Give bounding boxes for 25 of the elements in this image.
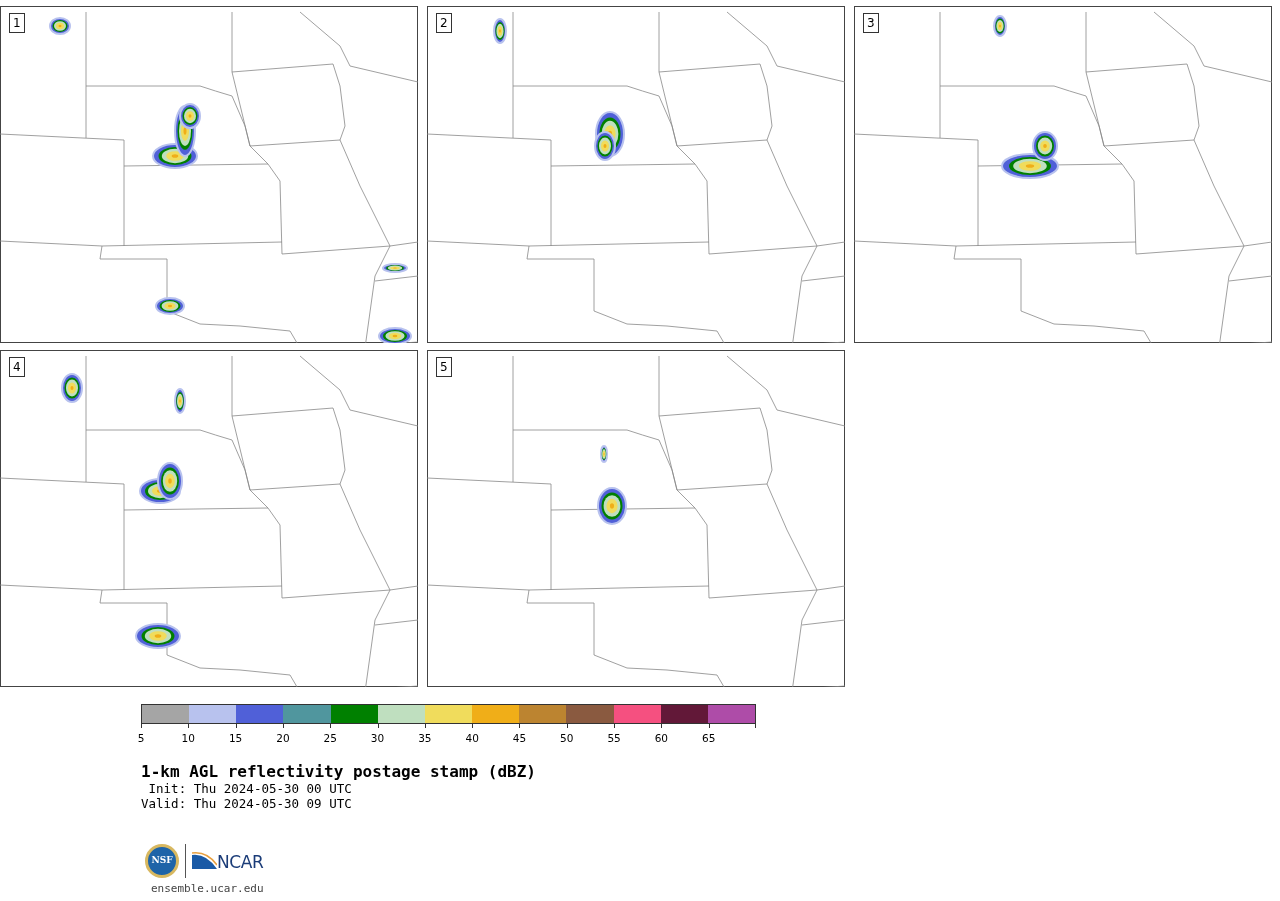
chart-title: 1-km AGL reflectivity postage stamp (dBZ): [141, 763, 537, 781]
tick-label: 45: [512, 732, 527, 744]
tick-label: 5: [137, 732, 145, 744]
wave-logo-icon: [192, 851, 217, 871]
tick-label: 65: [702, 732, 716, 744]
panel-number: 3: [863, 13, 879, 33]
panel-number: 4: [9, 357, 25, 377]
tick-label: 60: [654, 732, 669, 744]
tick-label: 35: [418, 732, 432, 744]
tick-label: 15: [228, 732, 243, 744]
nsf-logo: NSF: [145, 844, 179, 878]
init-time: Init: Thu 2024-05-30 00 UTC: [147, 781, 352, 796]
website-url: ensemble.ucar.edu: [150, 881, 264, 897]
panel-number: 2: [436, 13, 452, 33]
panel-number: 1: [9, 13, 25, 33]
ncar-logo-text: NCAR: [217, 853, 264, 871]
tick-label: 25: [323, 732, 337, 744]
panel-number: 5: [436, 357, 452, 377]
tick-label: 40: [465, 732, 479, 744]
tick-label: 50: [560, 732, 574, 744]
tick-label: 20: [276, 732, 290, 744]
valid-time: Valid: Thu 2024-05-30 09 UTC: [141, 796, 352, 811]
tick-label: 30: [370, 732, 385, 744]
tick-label: 10: [181, 732, 195, 744]
tick-label: 55: [607, 732, 621, 744]
